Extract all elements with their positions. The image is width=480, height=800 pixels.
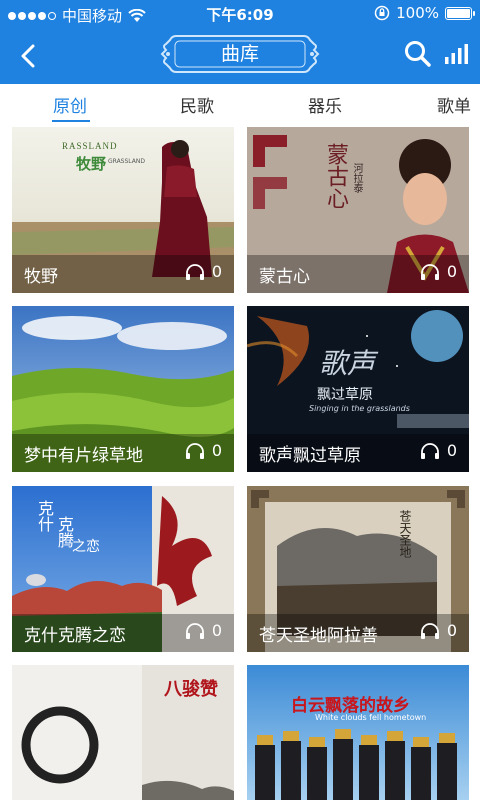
battery-percent: 100% <box>396 4 439 22</box>
headphones-icon <box>185 442 204 459</box>
album-caption: 歌声飘过草原 0 <box>247 434 469 472</box>
album-card[interactable]: 苍天圣地 苍天圣地阿拉善 0 <box>247 486 469 652</box>
status-right: 100% <box>374 4 475 22</box>
album-title: 蒙古心 <box>259 267 310 287</box>
album-card[interactable]: 八骏赞 <box>12 665 234 800</box>
page-title: 曲库 <box>220 43 259 65</box>
headphones-icon <box>185 622 204 639</box>
tab-instrumental[interactable]: 器乐 <box>308 92 342 117</box>
album-cover-image <box>247 665 469 800</box>
nav-bar: 曲库 <box>0 28 480 84</box>
cover-title-text: 歌声 <box>319 347 376 380</box>
listen-count-value: 0 <box>446 441 457 460</box>
listen-count: 0 <box>184 621 222 640</box>
album-caption: 苍天圣地阿拉善 0 <box>247 614 469 652</box>
search-icon <box>405 41 431 67</box>
album-caption: 梦中有片绿草地 0 <box>12 434 234 472</box>
listen-count: 0 <box>184 441 222 460</box>
album-title: 苍天圣地阿拉善 <box>259 626 378 646</box>
signal-bars-icon <box>445 44 468 64</box>
cover-brand-text: RASSLAND <box>62 141 118 151</box>
headphones-icon <box>420 263 439 280</box>
listen-count-value: 0 <box>446 621 457 640</box>
album-title: 梦中有片绿草地 <box>24 446 143 466</box>
album-card[interactable]: 白云飘落的故乡 White clouds fell hometown <box>247 665 469 800</box>
album-caption: 蒙古心 0 <box>247 255 469 293</box>
cover-title-text: 蒙古心 <box>323 143 348 209</box>
battery-icon <box>445 6 475 20</box>
album-card[interactable]: RASSLAND 牧野 GRASSLAND 牧野 0 <box>12 127 234 293</box>
cover-subtitle-text: 飘过草原 <box>317 387 373 403</box>
album-title: 歌声飘过草原 <box>259 446 361 466</box>
listen-count: 0 <box>419 621 457 640</box>
album-card[interactable]: 梦中有片绿草地 0 <box>12 306 234 472</box>
now-playing-button[interactable] <box>442 42 470 66</box>
listen-count: 0 <box>419 262 457 281</box>
cover-english-text: Singing in the grasslands <box>309 404 410 413</box>
listen-count: 0 <box>419 441 457 460</box>
back-button[interactable] <box>8 36 48 76</box>
cover-title-text: 牧野 <box>76 155 107 173</box>
tab-original[interactable]: 原创 <box>53 92 87 117</box>
tab-folk[interactable]: 民歌 <box>180 92 214 117</box>
back-chevron-icon <box>21 44 35 68</box>
album-card[interactable]: 歌声 飘过草原 Singing in the grasslands 歌声飘过草原… <box>247 306 469 472</box>
album-title: 克什克腾之恋 <box>24 626 126 646</box>
cover-title-text: 八骏赞 <box>164 679 218 700</box>
headphones-icon <box>420 442 439 459</box>
cover-title-text: 之恋 <box>72 539 100 555</box>
search-button[interactable] <box>402 38 434 70</box>
cover-artist-text: 河拉泰 <box>351 163 362 193</box>
status-bar: 中国移动 下午6:09 100% <box>0 0 480 28</box>
listen-count-value: 0 <box>211 262 222 281</box>
tab-playlist[interactable]: 歌单 <box>437 92 471 117</box>
top-bar: 中国移动 下午6:09 100% 曲库 <box>0 0 480 84</box>
album-title: 牧野 <box>24 267 58 287</box>
album-caption: 牧野 0 <box>12 255 234 293</box>
listen-count-value: 0 <box>211 621 222 640</box>
cover-subtitle-text: GRASSLAND <box>108 158 145 165</box>
album-caption: 克什克腾之恋 0 <box>12 614 234 652</box>
listen-count-value: 0 <box>211 441 222 460</box>
album-card[interactable]: 蒙古心 河拉泰 蒙古心 0 <box>247 127 469 293</box>
album-card[interactable]: 克什 克腾 之恋 克什克腾之恋 0 <box>12 486 234 652</box>
cover-english-text: White clouds fell hometown <box>315 713 427 722</box>
listen-count-value: 0 <box>446 262 457 281</box>
rotation-lock-icon <box>374 5 390 21</box>
headphones-icon <box>420 622 439 639</box>
headphones-icon <box>185 263 204 280</box>
tab-active-indicator <box>52 120 90 122</box>
category-tabs: 原创 民歌 器乐 歌单 <box>0 84 480 124</box>
cover-title-text: 苍天圣地 <box>398 510 412 558</box>
listen-count: 0 <box>184 262 222 281</box>
